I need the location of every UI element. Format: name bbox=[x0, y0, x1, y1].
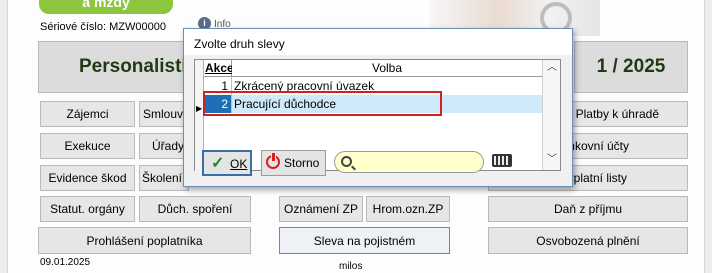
personalistika-button[interactable]: Personalistika bbox=[38, 41, 188, 93]
scroll-up-icon[interactable]: ︿ bbox=[543, 60, 561, 76]
zajemci-button[interactable]: Zájemci bbox=[40, 101, 135, 127]
ok-label: OK bbox=[230, 157, 248, 171]
storno-button[interactable]: Storno bbox=[261, 150, 326, 176]
current-row-arrow-icon: ▶ bbox=[196, 104, 203, 113]
hrom-ozn-zp-button[interactable]: Hrom.ozn.ZP bbox=[366, 196, 450, 222]
vertical-scrollbar[interactable]: ︿ ﹀ bbox=[542, 60, 560, 170]
period-label: 1 / 2025 bbox=[596, 56, 666, 77]
left-border bbox=[0, 0, 8, 273]
power-icon bbox=[266, 153, 280, 169]
period-display[interactable]: 1 / 2025 bbox=[574, 41, 688, 93]
scroll-down-icon[interactable]: ﹀ bbox=[543, 152, 561, 168]
status-user: milos bbox=[339, 261, 363, 272]
personalistika-label: Personalistika bbox=[79, 56, 187, 77]
skoleni-button[interactable]: Školení bbox=[139, 165, 189, 191]
highlight-annotation bbox=[203, 91, 442, 116]
right-border bbox=[704, 0, 712, 273]
keyboard-icon[interactable] bbox=[492, 154, 512, 167]
dialog-title: Zvolte druh slevy bbox=[184, 29, 572, 55]
app-logo: a mzdy bbox=[39, 0, 173, 14]
prohlaseni-button[interactable]: Prohlášení poplatníka bbox=[38, 227, 251, 254]
urady-button[interactable]: Úřady bbox=[139, 133, 189, 159]
exekuce-button[interactable]: Exekuce bbox=[40, 133, 135, 159]
osvobozena-plneni-button[interactable]: Osvobozená plnění bbox=[488, 227, 688, 254]
sleva-na-pojistnem-button[interactable]: Sleva na pojistném bbox=[279, 227, 450, 254]
statut-organy-button[interactable]: Statut. orgány bbox=[40, 196, 135, 222]
dan-z-prijmu-button[interactable]: Daň z příjmu bbox=[488, 196, 688, 222]
search-input[interactable] bbox=[334, 151, 484, 173]
duch-sporeni-button[interactable]: Důch. spoření bbox=[139, 196, 251, 222]
checkmark-icon: ✓ bbox=[211, 155, 225, 172]
discount-type-dialog: Zvolte druh slevy Akce Volba 1 Zkrácený … bbox=[183, 28, 573, 187]
storno-label: Storno bbox=[284, 156, 320, 170]
column-header-akce[interactable]: Akce bbox=[204, 60, 234, 77]
ok-button[interactable]: ✓ OK bbox=[202, 150, 252, 176]
evidence-skod-button[interactable]: Evidence škod bbox=[40, 165, 135, 191]
status-date: 09.01.2025 bbox=[40, 257, 91, 268]
logo-text: a mzdy bbox=[82, 0, 130, 10]
smlouvy-button[interactable]: Smlouvy bbox=[139, 101, 189, 127]
oznameni-zp-button[interactable]: Oznámení ZP bbox=[279, 196, 363, 222]
search-icon bbox=[341, 156, 352, 167]
serial-number: Sériové číslo: MZW00000 bbox=[40, 21, 166, 33]
column-header-volba[interactable]: Volba bbox=[232, 60, 542, 77]
